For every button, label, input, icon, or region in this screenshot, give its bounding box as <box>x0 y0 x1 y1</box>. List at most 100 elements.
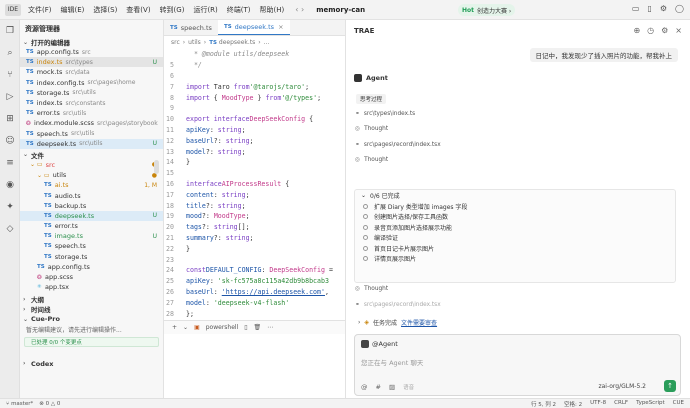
todo-item[interactable]: 详情页展示图片 <box>355 254 675 265</box>
open-editor-item[interactable]: TS error.ts src\utils <box>20 108 163 118</box>
status-item[interactable]: CUE <box>673 400 684 408</box>
timeline-header[interactable]: › 时间线 <box>20 304 163 315</box>
voice-label[interactable]: 语音 <box>403 383 414 391</box>
open-editor-item[interactable]: TS index.ts src\types U <box>20 57 163 68</box>
todo-item[interactable]: 创建图片选择/保存工具函数 <box>355 212 675 223</box>
tree-file[interactable]: TS error.ts <box>20 221 163 231</box>
tree-folder[interactable]: ⌄ ▭src● <box>20 160 163 170</box>
history-icon[interactable]: ◷ <box>647 26 654 35</box>
open-editor-item[interactable]: TS index.ts src\constants <box>20 98 163 108</box>
open-editor-item[interactable]: TS index.config.ts src\pages\home <box>20 78 163 88</box>
tree-file[interactable]: TS speech.ts <box>20 241 163 251</box>
close-icon[interactable]: × <box>278 23 283 31</box>
open-editor-item[interactable]: TS mock.ts src\data <box>20 67 163 77</box>
status-item[interactable]: TypeScript <box>636 400 665 408</box>
tree-file[interactable]: ❂ app.scss <box>20 272 163 282</box>
todo-item[interactable]: 首页日记卡片展示图片 <box>355 243 675 254</box>
more-icon[interactable]: ⋯ <box>267 324 273 331</box>
step-file-link[interactable]: ⚭ src\pages\record\index.tsx <box>355 142 441 148</box>
send-button[interactable]: ↑ <box>664 380 676 392</box>
explorer-icon[interactable]: ❐ <box>0 20 20 42</box>
menu-view[interactable]: 查看(V) <box>126 5 150 15</box>
hot-banner[interactable]: Hot 创造力大赛 › <box>458 4 516 16</box>
chat-input[interactable]: @Agent 您正在与 Agent 聊天 @ # ▨ 语音 zai-org/GL… <box>354 334 681 396</box>
tree-file[interactable]: TS audio.ts <box>20 190 163 200</box>
branch-indicator[interactable]: ⑂ master* <box>6 401 33 407</box>
tree-folder[interactable]: ⌄ ▭ utils ● <box>20 170 163 180</box>
split-terminal-icon[interactable]: ▯ <box>244 324 247 331</box>
explorer-scrollbar[interactable] <box>154 160 159 174</box>
open-editors-header[interactable]: ⌄ 打开的编辑器 <box>20 37 163 48</box>
new-chat-icon[interactable]: ⊕ <box>633 26 640 35</box>
tab-speech[interactable]: TS speech.ts <box>164 20 218 35</box>
search-icon[interactable]: ⌕ <box>0 42 20 64</box>
step-thought[interactable]: ◎ Thought <box>355 286 388 292</box>
add-terminal-icon[interactable]: + <box>172 324 177 331</box>
review-files-link[interactable]: 文件需要审查 <box>401 318 437 327</box>
tree-file[interactable]: TS backup.ts <box>20 201 163 211</box>
menu-terminal[interactable]: 终端(T) <box>227 5 251 15</box>
status-item[interactable]: CRLF <box>614 400 628 408</box>
menu-run[interactable]: 运行(R) <box>193 5 217 15</box>
open-editor-item[interactable]: TS app.config.ts src <box>20 47 163 57</box>
tree-file[interactable]: TS ai.ts 1, M <box>20 180 163 190</box>
database-icon[interactable]: ≡ <box>0 152 20 174</box>
trash-icon[interactable]: 🗑 <box>254 324 262 331</box>
code-area[interactable]: * @module utils/deepseek 5 */ 6 7 import … <box>164 49 345 319</box>
agent-mention[interactable]: @Agent <box>361 340 398 348</box>
project-name[interactable]: memory-can <box>316 6 365 14</box>
menu-help[interactable]: 帮助(H) <box>260 5 285 15</box>
tree-file[interactable]: TS storage.ts <box>20 252 163 262</box>
layout-icon[interactable]: ▭ <box>632 4 640 13</box>
cue-pro-header[interactable]: ⌄ Cue-Pro <box>20 314 163 324</box>
menu-file[interactable]: 文件(F) <box>28 5 52 15</box>
image-icon[interactable]: ▨ <box>389 383 395 391</box>
tree-file[interactable]: TS image.ts U <box>20 231 163 241</box>
spark-icon[interactable]: ✦ <box>0 196 20 218</box>
panda-icon[interactable]: ◉ <box>0 174 20 196</box>
menu-goto[interactable]: 转到(G) <box>160 5 185 15</box>
todo-item[interactable]: 扩展 Diary 类型增加 images 字段 <box>355 201 675 212</box>
open-editor-item[interactable]: TS deepseek.ts src\utils U <box>20 138 163 149</box>
hash-icon[interactable]: # <box>376 383 381 391</box>
menu-edit[interactable]: 编辑(E) <box>61 5 85 15</box>
step-thought[interactable]: ◎ Thought <box>355 126 388 132</box>
step-thought[interactable]: ◎ Thought <box>355 157 388 163</box>
todo-item[interactable]: 录音页添加图片选择展示功能 <box>355 222 675 233</box>
status-item[interactable]: UTF-8 <box>590 400 606 408</box>
settings-icon[interactable]: ⚙ <box>660 4 667 13</box>
tree-file[interactable]: ⚛ app.tsx <box>20 282 163 292</box>
source-control-icon[interactable]: ⑂ <box>0 64 20 86</box>
model-selector[interactable]: zai-org/GLM-5.2 <box>598 383 646 390</box>
settings-icon[interactable]: ⚙ <box>661 26 668 35</box>
chevron-right-icon[interactable]: › <box>358 319 360 326</box>
open-editor-item[interactable]: TS speech.ts src\utils <box>20 129 163 139</box>
run-debug-icon[interactable]: ▷ <box>0 86 20 108</box>
tree-file[interactable]: TS app.config.ts <box>20 262 163 272</box>
menu-select[interactable]: 选择(S) <box>93 5 117 15</box>
tab-deepseek[interactable]: TS deepseek.ts × <box>217 20 290 35</box>
chevron-down-icon[interactable]: ⌄ <box>183 324 188 331</box>
chat-input-placeholder[interactable]: 您正在与 Agent 聊天 <box>361 357 423 367</box>
at-mention-icon[interactable]: @ <box>361 383 368 391</box>
problems-indicator[interactable]: ⊗ 0 △ 0 <box>39 401 60 407</box>
open-editor-item[interactable]: TS storage.ts src\utils <box>20 88 163 98</box>
robot-icon[interactable]: ☺ <box>0 130 20 152</box>
account-icon[interactable]: ◯ <box>675 4 684 13</box>
tree-file[interactable]: TS deepseek.ts U <box>20 210 163 221</box>
thinking-toggle[interactable]: 思考过程 <box>356 94 387 104</box>
todo-item[interactable]: 编译验证 <box>355 233 675 244</box>
cube-icon[interactable]: ◇ <box>0 218 20 240</box>
back-forward-icon[interactable]: ‹ › <box>295 5 304 14</box>
status-item[interactable]: 行 5, 列 2 <box>531 400 556 408</box>
todo-header[interactable]: ⌄ 0/6 已完成 <box>355 190 675 201</box>
terminal-name[interactable]: powershell <box>206 324 239 331</box>
status-item[interactable]: 空格: 2 <box>564 400 582 408</box>
split-icon[interactable]: ▯ <box>647 4 651 13</box>
files-header[interactable]: ⌄ 文件 <box>20 150 163 160</box>
step-file-link-partial[interactable]: ⚭ src\pages\record\index.tsx <box>355 302 441 308</box>
step-file-link[interactable]: ⚭ src\types\index.ts <box>355 111 415 117</box>
outline-header[interactable]: › 大纲 <box>20 294 163 305</box>
extensions-icon[interactable]: ⊞ <box>0 108 20 130</box>
open-editor-item[interactable]: ❂ index.module.scss src\pages\storybook <box>20 118 163 128</box>
